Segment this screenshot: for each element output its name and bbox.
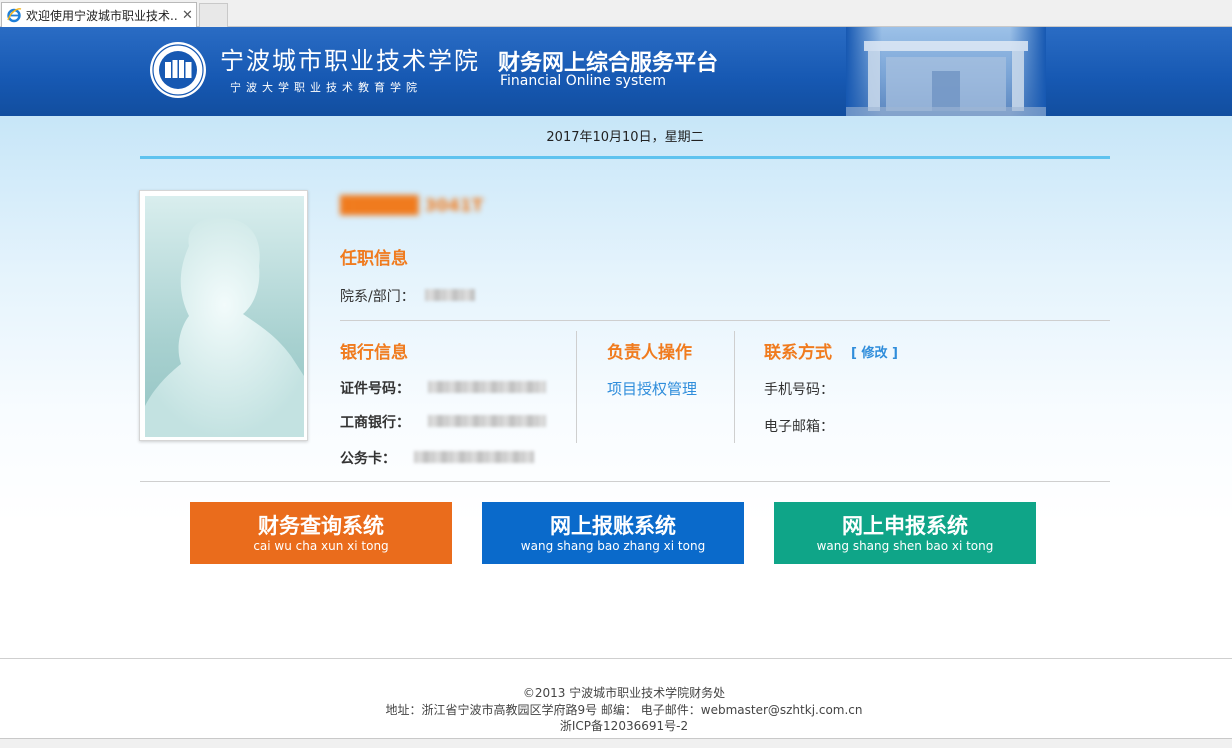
icbc-label: 工商银行：	[340, 415, 410, 431]
department-label: 院系/部门：	[340, 289, 415, 305]
finance-query-label: 财务查询系统	[258, 513, 384, 538]
id-number-label: 证件号码：	[340, 381, 410, 397]
finance-query-button[interactable]: 财务查询系统 cai wu cha xun xi tong	[190, 502, 452, 564]
horizontal-scrollbar[interactable]	[0, 738, 1232, 748]
current-date: 2017年10月10日，星期二	[546, 130, 704, 145]
user-photo	[145, 196, 304, 437]
official-card-label: 公务卡：	[340, 451, 396, 467]
official-card-value-masked	[414, 451, 534, 463]
school-name: 宁波城市职业技术学院	[220, 47, 480, 75]
header-banner: 宁波城市职业技术学院 宁波大学职业技术教育学院 财务网上综合服务平台 Finan…	[0, 27, 1232, 116]
project-auth-link[interactable]: 项目授权管理	[607, 378, 697, 399]
footer-copyright: ©2013 宁波城市职业技术学院财务处	[522, 686, 726, 700]
online-reimburse-label: 网上报账系统	[550, 513, 676, 538]
phone-label: 手机号码：	[764, 382, 834, 398]
icbc-value-masked	[428, 415, 546, 427]
tab-title: 欢迎使用宁波城市职业技术...	[26, 8, 178, 23]
avatar-silhouette-icon	[145, 217, 304, 437]
finance-query-pinyin: cai wu cha xun xi tong	[253, 538, 389, 553]
contact-title: 联系方式	[764, 343, 832, 363]
info-divider	[340, 320, 1110, 321]
platform-subtitle: Financial Online system	[500, 73, 666, 89]
new-tab-button[interactable]	[199, 3, 228, 27]
school-emblem-icon	[150, 42, 206, 98]
bank-info-title: 银行信息	[340, 343, 408, 363]
id-number-value-masked	[428, 381, 546, 393]
user-name: ██████ 3041T	[340, 196, 484, 216]
browser-tab[interactable]: 欢迎使用宁波城市职业技术... ✕	[1, 2, 197, 27]
footer-address: 地址：浙江省宁波市高教园区学府路9号 邮编： 电子邮件：webmaster@sz…	[385, 703, 863, 717]
online-reimburse-button[interactable]: 网上报账系统 wang shang bao zhang xi tong	[482, 502, 744, 564]
footer: ©2013 宁波城市职业技术学院财务处 地址：浙江省宁波市高教园区学府路9号 邮…	[0, 658, 1232, 738]
main-content: 2017年10月10日，星期二 ██████ 3041T 任职信息 院系/部门：…	[0, 116, 1232, 658]
school-subtitle: 宁波大学职业技术教育学院	[230, 81, 422, 94]
column-divider-2	[734, 331, 735, 443]
date-divider	[140, 156, 1110, 159]
footer-icp[interactable]: 浙ICP备12036691号-2	[0, 717, 1232, 734]
online-reimburse-pinyin: wang shang bao zhang xi tong	[520, 538, 706, 553]
section-divider	[140, 481, 1110, 482]
column-divider-1	[576, 331, 577, 443]
online-declare-pinyin: wang shang shen bao xi tong	[816, 538, 994, 553]
job-info-title: 任职信息	[340, 249, 408, 269]
user-photo-frame	[139, 190, 308, 441]
department-value-masked	[425, 289, 475, 301]
edit-contact-link[interactable]: [ 修改 ]	[851, 342, 898, 361]
campus-photo	[846, 27, 1046, 116]
campus-building-image	[846, 41, 1046, 116]
online-declare-label: 网上申报系统	[842, 513, 968, 538]
online-declare-button[interactable]: 网上申报系统 wang shang shen bao xi tong	[774, 502, 1036, 564]
email-label: 电子邮箱：	[764, 419, 834, 435]
ie-browser-icon	[7, 8, 22, 23]
manager-ops-title: 负责人操作	[607, 343, 692, 363]
tab-close-icon[interactable]: ✕	[182, 9, 193, 22]
browser-tab-bar: 欢迎使用宁波城市职业技术... ✕	[0, 0, 1232, 27]
